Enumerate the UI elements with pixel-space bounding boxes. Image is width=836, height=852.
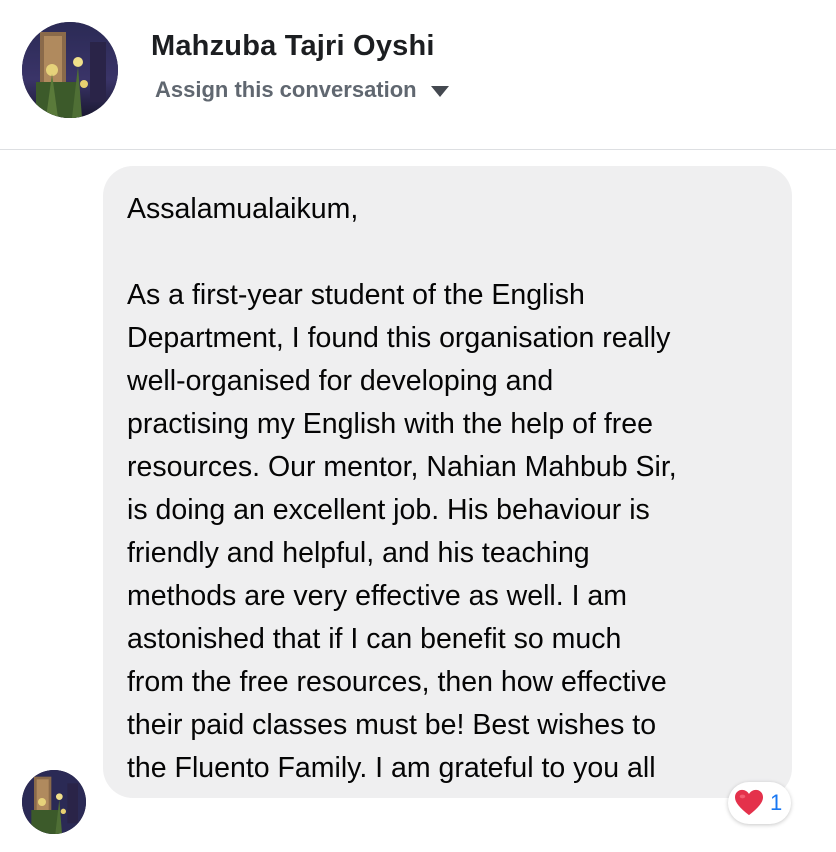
assign-conversation-dropdown[interactable]: Assign this conversation [155,77,449,103]
message-line: their paid classes must be! Best wishes … [127,709,657,741]
assign-conversation-label: Assign this conversation [155,77,417,102]
conversation-header: Mahzuba Tajri Oyshi Assign this conversa… [0,0,836,150]
caret-down-icon [430,85,449,97]
reaction-badge[interactable]: 1 [728,782,792,824]
message-line: resources. Our mentor, Nahian Mahbub Sir… [127,451,677,483]
message-bubble[interactable]: Assalamualaikum, As a first-year student… [103,166,792,798]
heart-icon [735,789,763,816]
message-line [127,231,768,274]
contact-avatar[interactable] [22,22,118,118]
message-line: As a first-year student of the English [127,279,585,311]
reaction-count: 1 [770,790,783,815]
message-line: the Fluento Family. I am grateful to you… [127,752,656,784]
message-line: astonished that if I can benefit so much [127,623,622,655]
message-line: Department, I found this organisation re… [127,322,671,354]
avatar-image [22,22,118,118]
message-line: Assalamualaikum, [127,193,359,225]
message-line: practising my English with the help of f… [127,408,653,440]
sender-avatar[interactable] [22,770,86,834]
message-line: from the free resources, then how effect… [127,666,667,698]
message-line: methods are very effective as well. I am [127,580,628,612]
message-line: friendly and helpful, and his teaching [127,537,590,569]
contact-name: Mahzuba Tajri Oyshi [151,30,435,62]
avatar-image [22,770,86,834]
message-line: well-organised for developing and [127,365,554,397]
message-line: is doing an excellent job. His behaviour… [127,494,650,526]
